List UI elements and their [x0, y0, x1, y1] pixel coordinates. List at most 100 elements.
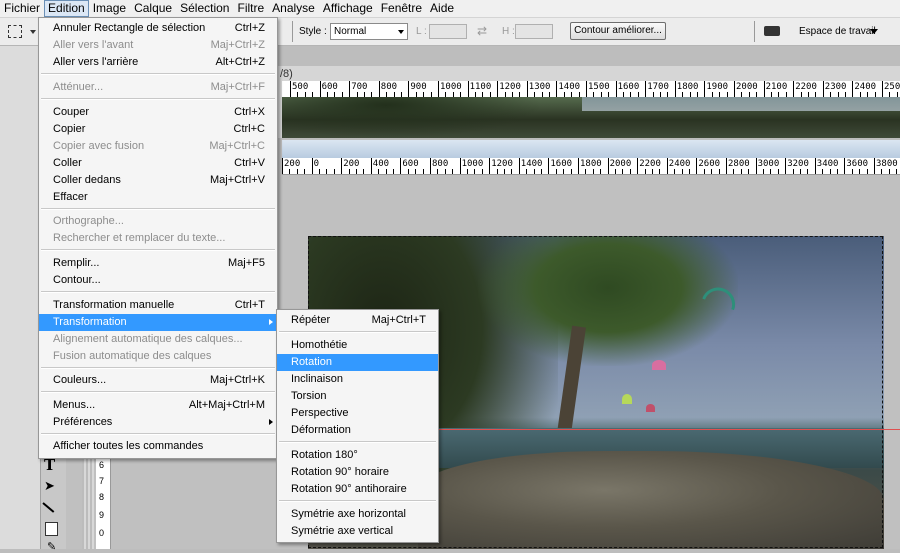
ruler-minor-tick — [415, 169, 417, 174]
menu-item-spelling: Orthographe... — [53, 215, 124, 227]
menu-fichier[interactable]: Fichier — [0, 1, 44, 16]
menu-item-show-all-commands[interactable]: Afficher toutes les commandes — [39, 438, 277, 455]
menu-analyse[interactable]: Analyse — [268, 1, 319, 16]
menu-item-menus[interactable]: Menus... Alt+Maj+Ctrl+M — [39, 397, 277, 414]
submenu-item-repeat[interactable]: Répéter Maj+Ctrl+T — [277, 312, 438, 329]
swap-dimensions-icon[interactable]: ⇄ — [477, 24, 487, 38]
ruler-side-label: 6 — [99, 460, 105, 470]
ruler-label: 3000 — [757, 159, 780, 169]
menu-fenetre[interactable]: Fenêtre — [377, 1, 426, 16]
transform-submenu: Répéter Maj+Ctrl+T Homothétie Rotation In… — [276, 309, 439, 543]
ruler-tick — [349, 81, 351, 97]
ruler-tick — [319, 81, 321, 97]
path-selection-tool-icon[interactable]: ➤ — [44, 478, 55, 494]
style-select[interactable]: Normal — [330, 23, 408, 40]
submenu-item-flip-vertical[interactable]: Symétrie axe vertical — [277, 523, 438, 540]
ruler-minor-tick — [452, 169, 454, 174]
ruler-label: 3800 — [876, 159, 898, 169]
ruler-tick — [370, 158, 372, 174]
menu-item-stroke[interactable]: Contour... — [39, 272, 277, 289]
ruler-tick — [378, 81, 380, 97]
sky-strip — [582, 97, 900, 111]
ruler-minor-tick — [622, 169, 624, 174]
menu-separator — [279, 331, 436, 333]
ruler-vertical: 6 7 8 9 0 — [96, 458, 111, 549]
ruler-tick — [852, 81, 854, 97]
ruler-label: 500 — [292, 82, 309, 92]
menu-item-preferences[interactable]: Préférences — [39, 414, 277, 431]
ruler-tick — [814, 158, 816, 174]
ruler-label: 1200 — [491, 159, 513, 169]
ruler-minor-tick — [378, 169, 380, 174]
ruler-minor-tick — [674, 169, 676, 174]
ruler-label: 2500 — [884, 82, 900, 92]
ruler-label: 1600 — [617, 82, 640, 92]
ruler-label: 900 — [410, 82, 427, 92]
ruler-label: 3200 — [787, 159, 809, 169]
tool-preset-dropdown-icon[interactable] — [30, 30, 36, 34]
menu-affichage[interactable]: Affichage — [319, 1, 377, 16]
menu-selection[interactable]: Sélection — [176, 1, 233, 16]
height-input[interactable] — [515, 24, 553, 39]
menu-item-paste-into[interactable]: Coller dedans Maj+Ctrl+V — [39, 172, 277, 189]
ruler-side-label: 9 — [99, 510, 105, 520]
ruler-minor-tick — [792, 169, 794, 174]
ruler-tick — [548, 158, 550, 174]
menu-item-paste[interactable]: Coller Ctrl+V — [39, 155, 277, 172]
menu-edition[interactable]: Edition — [44, 0, 89, 17]
menu-item-step-backward[interactable]: Aller vers l'arrière Alt+Ctrl+Z — [39, 54, 277, 71]
submenu-item-perspective[interactable]: Perspective — [277, 405, 438, 422]
document-scrollbar-left[interactable] — [82, 458, 94, 549]
ruler-tick — [311, 158, 313, 174]
ruler-label: 1000 — [461, 159, 484, 169]
submenu-item-warp[interactable]: Déformation — [277, 422, 438, 439]
eyedropper-tool-icon[interactable]: ✎ — [47, 540, 56, 553]
ruler-tick — [497, 81, 499, 97]
guide-line-horizontal[interactable] — [420, 429, 900, 430]
submenu-item-rotate[interactable]: Rotation — [277, 354, 438, 371]
marquee-tool-icon[interactable] — [8, 25, 22, 38]
submenu-item-rotate-90-cw[interactable]: Rotation 90° horaire — [277, 464, 438, 481]
width-input[interactable] — [429, 24, 467, 39]
refine-edge-button[interactable]: Contour améliorer... — [570, 22, 666, 40]
ruler-tick — [526, 81, 528, 97]
menu-item-free-transform[interactable]: Transformation manuelle Ctrl+T — [39, 297, 277, 314]
ruler-tick — [844, 158, 846, 174]
menu-image[interactable]: Image — [89, 1, 130, 16]
menu-calque[interactable]: Calque — [130, 1, 176, 16]
submenu-item-skew[interactable]: Inclinaison — [277, 371, 438, 388]
ruler-tick — [290, 81, 291, 97]
ruler-minor-tick — [652, 169, 653, 174]
ruler-minor-tick — [407, 169, 409, 174]
menu-bar: Fichier Edition Image Calque Sélection F… — [0, 0, 900, 18]
tools-panel — [0, 46, 40, 549]
submenu-item-scale[interactable]: Homothétie — [277, 337, 438, 354]
menu-item-cut[interactable]: Couper Ctrl+X — [39, 104, 277, 121]
submenu-item-distort[interactable]: Torsion — [277, 388, 438, 405]
chevron-down-icon — [398, 30, 404, 34]
menu-item-clear[interactable]: Effacer — [39, 189, 277, 206]
menu-item-step-forward: Aller vers l'avant Maj+Ctrl+Z — [53, 39, 265, 51]
submenu-item-rotate-90-ccw[interactable]: Rotation 90° antihoraire — [277, 481, 438, 498]
ruler-label: 2000 — [609, 159, 632, 169]
ruler-tick — [518, 158, 520, 174]
ruler-side-label: 7 — [99, 476, 105, 486]
ruler-label: 1800 — [580, 159, 602, 169]
workspace-button[interactable]: Espace de travail — [799, 26, 876, 37]
menu-filtre[interactable]: Filtre — [233, 1, 268, 16]
menu-item-undo[interactable]: Annuler Rectangle de sélection Ctrl+Z — [39, 20, 277, 37]
menu-aide[interactable]: Aide — [426, 1, 458, 16]
submenu-item-flip-horizontal[interactable]: Symétrie axe horizontal — [277, 506, 438, 523]
ruler-tick — [438, 81, 439, 97]
ruler-minor-tick — [496, 169, 498, 174]
menu-separator — [41, 291, 275, 293]
menu-item-transform[interactable]: Transformation — [39, 314, 277, 331]
menu-item-fill[interactable]: Remplir... Maj+F5 — [39, 255, 277, 272]
menu-item-copy[interactable]: Copier Ctrl+C — [39, 121, 277, 138]
bridge-icon[interactable] — [764, 26, 780, 36]
notes-tool-icon[interactable] — [45, 522, 58, 536]
ruler-label: 1600 — [550, 159, 573, 169]
menu-item-color-settings[interactable]: Couleurs... Maj+Ctrl+K — [39, 372, 277, 389]
submenu-item-rotate-180[interactable]: Rotation 180° — [277, 447, 438, 464]
ruler-label: 1800 — [676, 82, 699, 92]
